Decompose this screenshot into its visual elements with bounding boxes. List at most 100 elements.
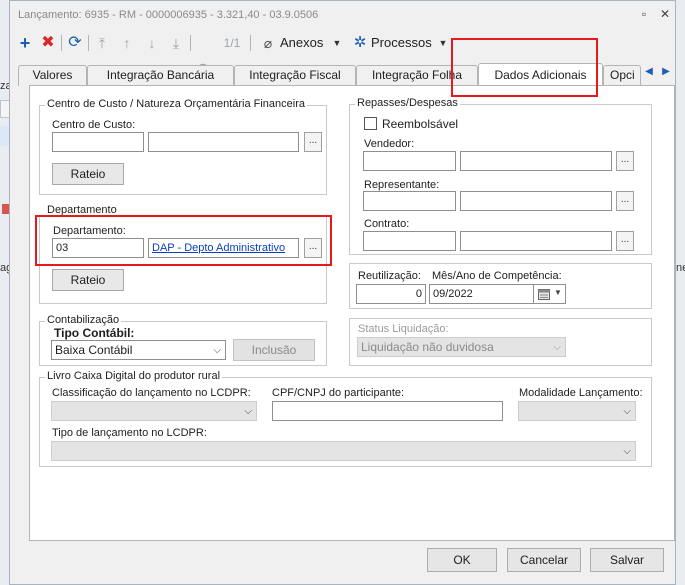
reembolsavel-label: Reembolsável (382, 117, 459, 131)
centro-custo-name-input[interactable] (148, 132, 299, 152)
status-liquidacao-select[interactable]: Liquidação não duvidosa ⌵ (357, 337, 566, 357)
calendar-icon (538, 289, 550, 300)
next-record-icon[interactable]: ↓ (144, 33, 160, 53)
chevron-down-icon: ⌵ (244, 406, 252, 417)
vendedor-lookup-button[interactable]: ... (616, 151, 634, 171)
lancamento-dialog: Lançamento: 6935 - RM - 0000006935 - 3.3… (9, 0, 676, 585)
cpf-cnpj-label: CPF/CNPJ do participante: (272, 387, 405, 399)
representante-lookup-button[interactable]: ... (616, 191, 634, 211)
tab-label: Integração Fiscal (249, 68, 341, 82)
classificacao-select[interactable]: ⌵ (51, 401, 257, 421)
departamento-group-label: Departamento (45, 204, 119, 216)
tab-scroll-left-icon[interactable]: ◀ (641, 65, 657, 79)
status-liquidacao-label: Status Liquidação: (358, 323, 449, 335)
tipo-lancamento-select[interactable]: ⌵ (51, 441, 636, 461)
tab-integracao-fiscal[interactable]: Integração Fiscal (234, 65, 356, 86)
inclusao-button[interactable]: Inclusão (233, 339, 315, 361)
chevron-down-icon: ⌵ (623, 446, 631, 457)
tab-label: Valores (32, 68, 73, 82)
delete-x-icon[interactable]: ✖ (39, 33, 57, 53)
classificacao-label: Classificação do lançamento no LCDPR: (52, 387, 251, 399)
tab-strip: Valores Integração Bancária Integração F… (18, 63, 670, 87)
processos-menu[interactable]: Processos (371, 33, 433, 53)
centro-custo-lookup-button[interactable]: ... (304, 132, 322, 152)
save-button[interactable]: Salvar (590, 548, 664, 572)
restore-window-button[interactable]: ▫ (637, 7, 651, 21)
contabilizacao-group-label: Contabilização (45, 314, 122, 326)
vendedor-code-input[interactable] (363, 151, 456, 171)
departamento-code-input[interactable]: 03 (52, 238, 144, 258)
ok-button[interactable]: OK (427, 548, 497, 572)
repasses-group-label: Repasses/Despesas (355, 97, 460, 109)
cancel-button[interactable]: Cancelar (507, 548, 581, 572)
processos-dropdown-icon[interactable]: ▼ (437, 33, 449, 53)
departamento-rateio-button[interactable]: Rateio (52, 269, 124, 291)
paperclip-icon[interactable]: ⌀ (262, 33, 274, 53)
tab-integracao-bancaria[interactable]: Integração Bancária (87, 65, 234, 86)
representante-label: Representante: (364, 179, 440, 191)
chevron-down-icon: ▼ (554, 288, 562, 297)
tab-label: Integração Bancária (106, 68, 215, 82)
contrato-code-input[interactable] (363, 231, 456, 251)
chevron-down-icon: ⌵ (553, 342, 561, 353)
contrato-label: Contrato: (364, 218, 410, 230)
vendedor-label: Vendedor: (364, 138, 415, 150)
competencia-input[interactable]: 09/2022 (429, 284, 534, 304)
title-bar: Lançamento: 6935 - RM - 0000006935 - 3.3… (10, 1, 675, 29)
modalidade-select[interactable]: ⌵ (518, 401, 636, 421)
competencia-label: Mês/Ano de Competência: (432, 270, 562, 282)
centro-custo-group-label: Centro de Custo / Natureza Orçamentária … (45, 98, 308, 110)
toolbar-separator (250, 35, 251, 51)
livro-caixa-group-label: Livro Caixa Digital do produtor rural (45, 370, 223, 382)
departamento-name-link[interactable]: DAP - Depto Administrativo (148, 238, 299, 258)
tab-opcoes[interactable]: Opci (603, 65, 641, 86)
tab-label: Dados Adicionais (494, 68, 587, 82)
tipo-contabil-label: Tipo Contábil: (54, 326, 135, 340)
last-record-icon[interactable]: ⤓ (168, 33, 184, 53)
record-counter: 1/1 (223, 36, 241, 50)
centro-custo-rateio-button[interactable]: Rateio (52, 163, 124, 185)
tipo-contabil-select[interactable]: Baixa Contábil ⌵ (51, 340, 226, 360)
reutilizacao-input[interactable]: 0 (356, 284, 426, 304)
tab-valores[interactable]: Valores (18, 65, 87, 86)
tab-label: Integração Folha (371, 68, 463, 82)
contrato-lookup-button[interactable]: ... (616, 231, 634, 251)
tab-integracao-folha[interactable]: Integração Folha (356, 65, 478, 86)
departamento-lookup-button[interactable]: ... (304, 238, 322, 258)
departamento-label: Departamento: (53, 225, 126, 237)
chevron-down-icon: ⌵ (213, 345, 221, 356)
centro-custo-code-input[interactable] (52, 132, 144, 152)
previous-record-icon[interactable]: ↑ (119, 33, 135, 53)
toolbar-separator (190, 35, 191, 51)
reutilizacao-label: Reutilização: (358, 270, 421, 282)
toolbar: + ✖ ⟳ ⤒ ↑ ↓ ⤓ 1/1 ⌀ Anexos ▼ ✲ Processos… (10, 29, 675, 78)
centro-custo-label: Centro de Custo: (52, 119, 136, 131)
plus-icon[interactable]: + (16, 33, 34, 53)
representante-code-input[interactable] (363, 191, 456, 211)
tab-label: Opci (610, 68, 635, 82)
status-liquidacao-value: Liquidação não duvidosa (361, 340, 494, 354)
modalidade-label: Modalidade Lançamento: (519, 387, 643, 399)
representante-name-input[interactable] (460, 191, 612, 211)
background-text: ne (676, 262, 685, 274)
refresh-icon[interactable]: ⟳ (66, 33, 84, 53)
tab-dados-adicionais[interactable]: Dados Adicionais (478, 63, 603, 87)
chevron-down-icon: ⌵ (623, 406, 631, 417)
contrato-name-input[interactable] (460, 231, 612, 251)
cpf-cnpj-input[interactable] (272, 401, 503, 421)
reembolsavel-checkbox[interactable] (364, 117, 377, 130)
calendar-picker-button[interactable]: ▼ (534, 284, 566, 304)
anexos-dropdown-icon[interactable]: ▼ (331, 33, 343, 53)
gear-icon[interactable]: ✲ (352, 33, 368, 53)
window-title: Lançamento: 6935 - RM - 0000006935 - 3.3… (18, 9, 319, 21)
anexos-menu[interactable]: Anexos (280, 33, 326, 53)
tipo-contabil-value: Baixa Contábil (55, 343, 133, 357)
background-app-right: ne (676, 0, 685, 585)
tab-scroll-right-icon[interactable]: ▶ (658, 65, 674, 79)
vendedor-name-input[interactable] (460, 151, 612, 171)
tipo-lancamento-label: Tipo de lançamento no LCDPR: (52, 427, 207, 439)
close-window-button[interactable]: ✕ (658, 7, 672, 21)
first-record-icon[interactable]: ⤒ (94, 33, 110, 53)
toolbar-separator (88, 35, 89, 51)
toolbar-separator (61, 35, 62, 51)
